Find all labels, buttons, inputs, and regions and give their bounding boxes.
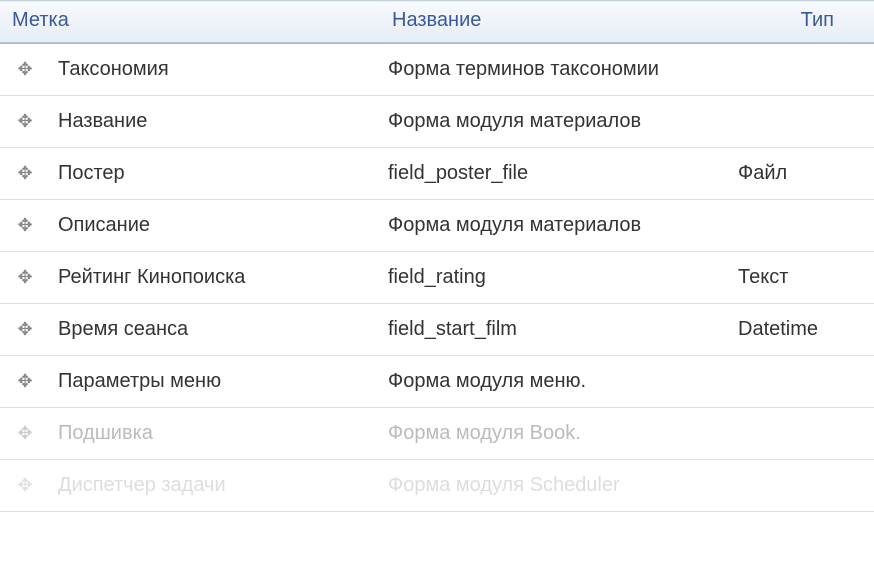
row-label: Описание xyxy=(50,200,380,252)
move-icon: ✥ xyxy=(17,320,32,338)
row-label: Постер xyxy=(50,148,380,200)
row-label: Название xyxy=(50,96,380,148)
drag-handle[interactable]: ✥ xyxy=(0,356,50,408)
table-row: ✥ ТаксономияФорма терминов таксономии xyxy=(0,43,874,96)
table-row: ✥ НазваниеФорма модуля материалов xyxy=(0,96,874,148)
row-name: field_start_film xyxy=(380,304,730,356)
row-label: Диспетчер задачи xyxy=(50,460,380,512)
drag-handle[interactable]: ✥ xyxy=(0,460,50,512)
table-row: ✥ Постерfield_poster_fileФайл xyxy=(0,148,874,200)
table-header-row: Метка Название Тип xyxy=(0,1,874,44)
row-name: Форма модуля материалов xyxy=(380,200,730,252)
drag-handle[interactable]: ✥ xyxy=(0,304,50,356)
row-name: Форма терминов таксономии xyxy=(380,43,730,96)
row-type xyxy=(730,200,874,252)
drag-handle[interactable]: ✥ xyxy=(0,43,50,96)
move-icon: ✥ xyxy=(17,372,32,390)
header-name[interactable]: Название xyxy=(380,1,730,44)
row-type xyxy=(730,356,874,408)
drag-handle[interactable]: ✥ xyxy=(0,200,50,252)
row-label: Параметры меню xyxy=(50,356,380,408)
row-name: Форма модуля Book. xyxy=(380,408,730,460)
table-row: ✥ Рейтинг Кинопоискаfield_ratingТекст xyxy=(0,252,874,304)
drag-handle[interactable]: ✥ xyxy=(0,96,50,148)
row-label: Рейтинг Кинопоиска xyxy=(50,252,380,304)
row-label: Время сеанса xyxy=(50,304,380,356)
row-label: Подшивка xyxy=(50,408,380,460)
row-name: Форма модуля Scheduler xyxy=(380,460,730,512)
table-row: ✥ ОписаниеФорма модуля материалов xyxy=(0,200,874,252)
table-row: ✥ ПодшивкаФорма модуля Book. xyxy=(0,408,874,460)
row-type: Текст xyxy=(730,252,874,304)
row-type: Файл xyxy=(730,148,874,200)
drag-handle[interactable]: ✥ xyxy=(0,252,50,304)
fields-table: Метка Название Тип ✥ ТаксономияФорма терм… xyxy=(0,0,874,512)
row-label: Таксономия xyxy=(50,43,380,96)
row-type xyxy=(730,408,874,460)
row-name: field_rating xyxy=(380,252,730,304)
header-type[interactable]: Тип xyxy=(730,1,874,44)
move-icon: ✥ xyxy=(17,112,32,130)
row-name: Форма модуля меню. xyxy=(380,356,730,408)
row-type xyxy=(730,96,874,148)
drag-handle[interactable]: ✥ xyxy=(0,408,50,460)
header-label[interactable]: Метка xyxy=(0,1,380,44)
move-icon: ✥ xyxy=(17,476,32,494)
row-name: field_poster_file xyxy=(380,148,730,200)
move-icon: ✥ xyxy=(17,268,32,286)
move-icon: ✥ xyxy=(17,164,32,182)
drag-handle[interactable]: ✥ xyxy=(0,148,50,200)
row-type xyxy=(730,43,874,96)
row-type: Datetime xyxy=(730,304,874,356)
table-row: ✥ Время сеансаfield_start_filmDatetime xyxy=(0,304,874,356)
move-icon: ✥ xyxy=(17,60,32,78)
table-row: ✥ Диспетчер задачиФорма модуля Scheduler xyxy=(0,460,874,512)
table-row: ✥ Параметры менюФорма модуля меню. xyxy=(0,356,874,408)
row-name: Форма модуля материалов xyxy=(380,96,730,148)
move-icon: ✥ xyxy=(17,216,32,234)
move-icon: ✥ xyxy=(17,424,32,442)
row-type xyxy=(730,460,874,512)
